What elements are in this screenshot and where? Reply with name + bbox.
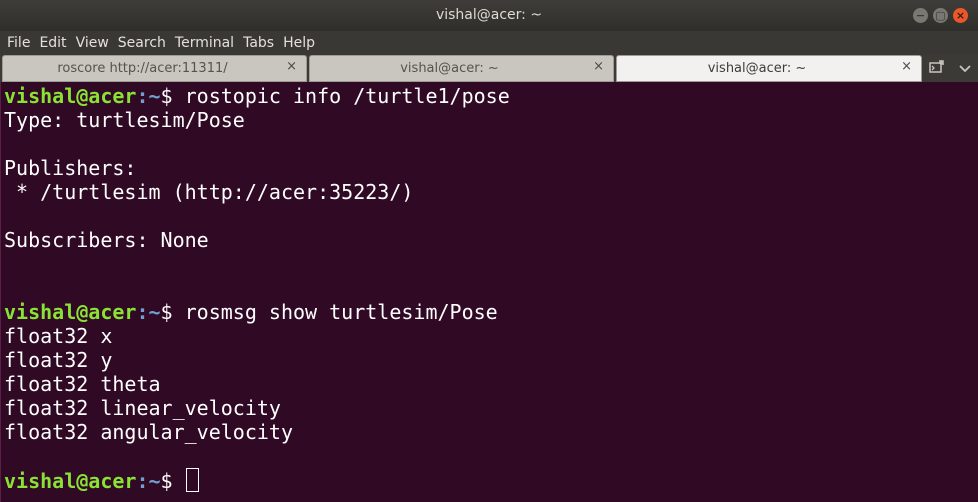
menu-bar: File Edit View Search Terminal Tabs Help: [0, 31, 978, 55]
window-controls: − ▢ ×: [913, 8, 968, 23]
prompt-path: :~: [136, 300, 161, 324]
title-bar: vishal@acer: ~ − ▢ ×: [0, 0, 978, 31]
output-line: float32 angular_velocity: [4, 420, 293, 444]
tab-vishal-1[interactable]: vishal@acer: ~ ×: [309, 55, 614, 82]
close-button[interactable]: ×: [953, 8, 968, 23]
menu-help[interactable]: Help: [276, 35, 315, 51]
menu-terminal[interactable]: Terminal: [168, 35, 234, 51]
menu-tabs[interactable]: Tabs: [236, 35, 274, 51]
prompt-path: :~: [136, 84, 161, 108]
output-line: float32 theta: [4, 372, 161, 396]
prompt-user: vishal@acer: [4, 84, 137, 108]
menu-file[interactable]: File: [0, 35, 30, 51]
window-title: vishal@acer: ~: [435, 7, 543, 23]
menu-search[interactable]: Search: [111, 35, 166, 51]
menu-view[interactable]: View: [69, 35, 109, 51]
output-line: Subscribers: None: [4, 228, 209, 252]
terminal-output[interactable]: vishal@acer:~$ rostopic info /turtle1/po…: [0, 82, 978, 502]
new-tab-icon[interactable]: [929, 59, 945, 78]
menu-edit[interactable]: Edit: [32, 35, 66, 51]
tab-bar: roscore http://acer:11311/ × vishal@acer…: [0, 55, 978, 82]
prompt-symbol: $: [160, 469, 185, 493]
chevron-down-icon[interactable]: [959, 61, 971, 77]
prompt-path: :~: [136, 469, 161, 493]
output-line: float32 y: [4, 348, 113, 372]
tab-label: roscore http://acer:11311/: [57, 61, 228, 76]
tab-close-icon[interactable]: ×: [901, 59, 912, 74]
prompt-symbol: $: [160, 300, 185, 324]
output-line: * /turtlesim (http://acer:35223/): [4, 180, 414, 204]
prompt-user: vishal@acer: [4, 300, 137, 324]
tab-vishal-active[interactable]: vishal@acer: ~ ×: [616, 55, 922, 82]
prompt-symbol: $: [160, 84, 185, 108]
output-line: Publishers:: [4, 156, 137, 180]
minimize-button[interactable]: −: [913, 8, 928, 23]
maximize-button[interactable]: ▢: [933, 8, 948, 23]
tab-close-icon[interactable]: ×: [286, 59, 297, 74]
tab-roscore[interactable]: roscore http://acer:11311/ ×: [2, 55, 307, 82]
prompt-line: vishal@acer:~$ rostopic info /turtle1/po…: [4, 84, 510, 108]
command-text: rostopic info /turtle1/pose: [184, 84, 510, 108]
output-line: Type: turtlesim/Pose: [4, 108, 245, 132]
tab-label: vishal@acer: ~: [400, 61, 499, 76]
tab-close-icon[interactable]: ×: [593, 59, 604, 74]
tab-tools: [922, 55, 978, 82]
output-line: float32 linear_velocity: [4, 396, 281, 420]
output-line: float32 x: [4, 324, 113, 348]
tab-label: vishal@acer: ~: [707, 61, 807, 76]
prompt-user: vishal@acer: [4, 469, 137, 493]
prompt-line: vishal@acer:~$: [4, 468, 199, 493]
command-text: rosmsg show turtlesim/Pose: [184, 300, 498, 324]
text-cursor: [185, 468, 199, 492]
prompt-line: vishal@acer:~$ rosmsg show turtlesim/Pos…: [4, 300, 498, 324]
